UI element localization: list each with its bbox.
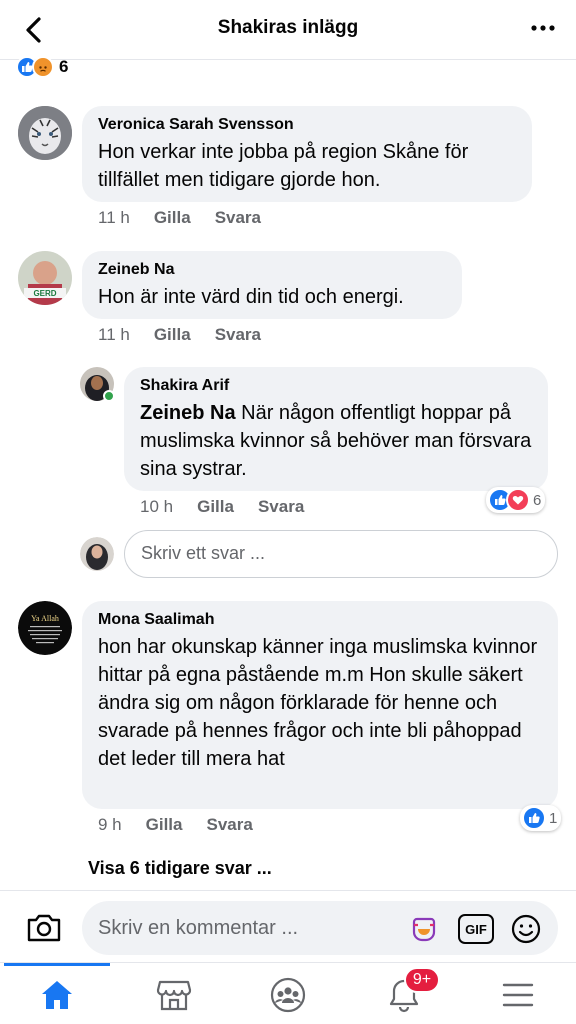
reply-button[interactable]: Svara [258,497,304,517]
menu-icon [502,983,534,1007]
like-button[interactable]: Gilla [146,815,183,835]
comment-time: 10 h [140,497,174,516]
comment-text: Hon är inte värd din tid och energi. [98,286,404,308]
reply-author[interactable]: Shakira Arif [140,377,532,395]
groups-icon [270,977,306,1013]
camera-icon[interactable] [26,911,62,943]
page-title: Shakiras inlägg [217,17,359,38]
gif-icon[interactable]: GIF [458,914,494,944]
comment-bubble[interactable]: Zeineb Na Hon är inte värd din tid och e… [82,251,462,319]
profile-avatar-image [80,367,115,402]
comment-author[interactable]: Mona Saalimah [98,611,542,629]
avatar[interactable]: Ya Allah [18,601,72,655]
comment-actions: 11 h Gilla Svara [98,208,261,228]
comment-bubble[interactable]: Veronica Sarah Svensson Hon verkar inte … [82,106,532,202]
avatar-sticker-icon[interactable] [408,913,440,945]
notification-badge: 9+ [404,967,440,993]
top-bar: Shakiras inlägg [0,0,576,60]
show-previous-replies-link[interactable]: Visa 6 tidigare svar ... [88,858,272,879]
avatar[interactable] [80,367,115,402]
reaction-count: 6 [59,57,69,76]
emoji-icon[interactable] [510,913,542,945]
menu-tab[interactable] [498,975,538,1015]
mention-link[interactable]: Zeineb Na [140,402,236,424]
reply-input[interactable]: Skriv ett svar ... [124,530,558,578]
avatar[interactable]: GERD [18,251,72,305]
reaction-count: 1 [549,809,558,827]
like-reaction-icon [522,806,546,830]
reply-actions: 10 h Gilla Svara [140,497,304,517]
groups-tab[interactable] [268,975,308,1015]
reply-bubble[interactable]: Shakira Arif Zeineb Na När någon offentl… [124,367,548,491]
tiger-avatar-image [18,106,72,160]
more-options-icon[interactable] [528,18,558,38]
marketplace-tab[interactable] [154,975,194,1015]
avatar-ya-allah-text: Ya Allah [31,614,59,623]
active-tab-indicator [4,963,110,966]
marketplace-icon [156,980,192,1011]
comment-time: 11 h [98,208,130,227]
comment-input[interactable]: Skriv en kommentar ... GIF [82,901,558,955]
home-icon [42,981,72,1009]
reply-button[interactable]: Svara [215,208,261,228]
home-tab[interactable] [37,975,77,1015]
comment-time: 11 h [98,325,130,344]
avatar [80,537,114,571]
comment-time: 9 h [98,815,122,834]
avatar-gerd-text: GERD [33,289,56,298]
comment-actions: 11 h Gilla Svara [98,325,261,345]
comment-author[interactable]: Veronica Sarah Svensson [98,116,516,134]
comment-text: hon har okunskap känner inga muslimska k… [98,636,538,770]
comment-composer: Skriv en kommentar ... GIF [0,890,576,962]
profile-avatar-image: Ya Allah [18,601,72,655]
reaction-count: 6 [533,491,542,509]
reply-reactions[interactable]: 6 [486,487,546,513]
reply-button[interactable]: Svara [207,815,253,835]
profile-avatar-image: GERD [18,251,72,305]
comment-text: Hon verkar inte jobba på region Skåne fö… [98,141,469,191]
post-reaction-summary[interactable]: 6 [16,56,68,78]
reply-text: Zeineb Na När någon offentligt hoppar på… [140,399,532,483]
avatar[interactable] [18,106,72,160]
like-button[interactable]: Gilla [197,497,234,517]
current-user-avatar-image [80,537,114,571]
like-button[interactable]: Gilla [154,208,191,228]
comment-reactions[interactable]: 1 [520,805,562,831]
comment-placeholder: Skriv en kommentar ... [98,917,299,939]
bottom-navigation: 9+ [0,962,576,1024]
reply-button[interactable]: Svara [215,325,261,345]
love-reaction-icon [506,488,530,512]
comment-bubble[interactable]: Mona Saalimah hon har okunskap känner in… [82,601,558,809]
comment-actions: 9 h Gilla Svara [98,815,253,835]
angry-reaction-icon [32,56,54,78]
like-button[interactable]: Gilla [154,325,191,345]
gif-label: GIF [465,921,487,937]
comment-author[interactable]: Zeineb Na [98,261,446,279]
